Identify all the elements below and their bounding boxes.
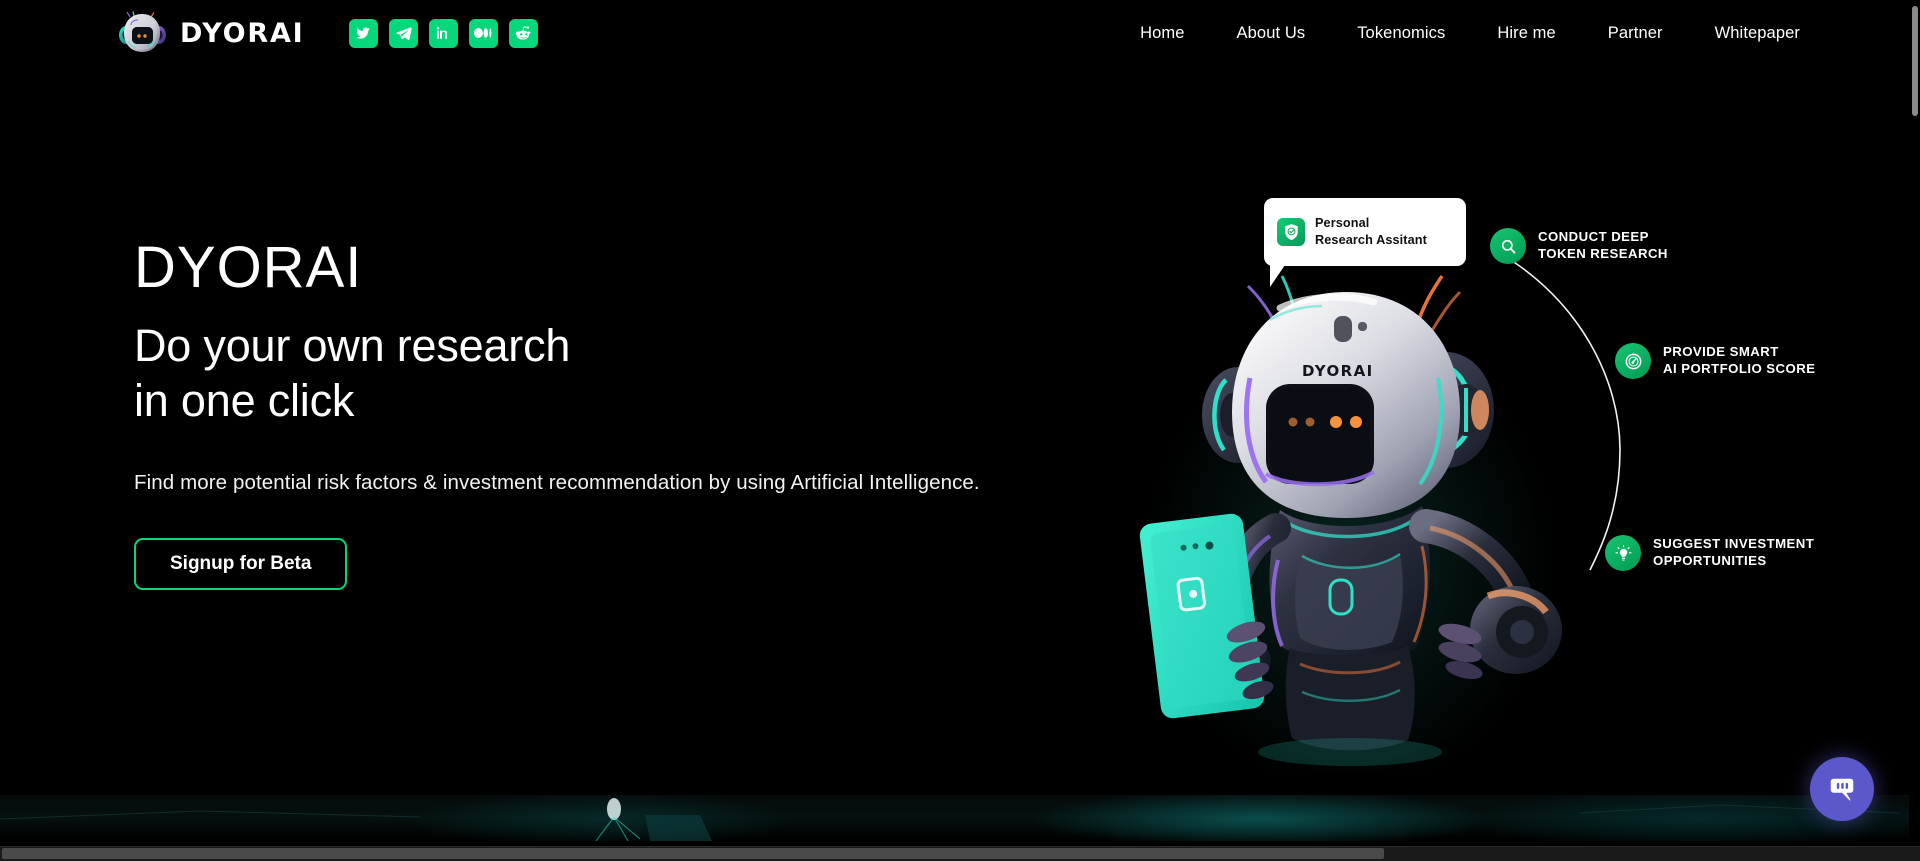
nav-item-tokenomics[interactable]: Tokenomics xyxy=(1331,24,1471,43)
shield-check-icon xyxy=(1277,218,1305,246)
callout-label: SUGGEST INVESTMENT OPPORTUNITIES xyxy=(1653,536,1815,568)
hero-subtitle-line2: in one click xyxy=(134,374,355,426)
page-root: DYORAI Home About Us Tokenomics Hire me xyxy=(0,0,1920,861)
social-links xyxy=(348,18,538,48)
next-section-band xyxy=(0,795,1920,841)
vertical-scrollbar-track[interactable] xyxy=(1909,0,1920,853)
nav-item-home[interactable]: Home xyxy=(1114,24,1210,43)
hero-subtitle-line1: Do your own research xyxy=(134,319,571,371)
robot-helmet-label: DYORAI xyxy=(1302,362,1374,380)
gauge-icon xyxy=(1615,343,1651,379)
robot-illustration: DYORAI xyxy=(1139,275,1562,770)
callout-label: PROVIDE SMART AI PORTFOLIO SCORE xyxy=(1663,344,1816,376)
robot-head-icon xyxy=(118,11,166,55)
chat-bubble-icon xyxy=(1830,778,1854,801)
nav-item-partner[interactable]: Partner xyxy=(1582,24,1689,43)
social-reddit[interactable] xyxy=(508,18,538,48)
callout-conduct-deep-token-research: CONDUCT DEEP TOKEN RESEARCH xyxy=(1490,228,1668,264)
nav-item-whitepaper[interactable]: Whitepaper xyxy=(1689,24,1826,43)
assistant-bubble-line1: Personal xyxy=(1315,216,1370,231)
vertical-scrollbar-thumb[interactable] xyxy=(1912,6,1918,116)
social-telegram[interactable] xyxy=(388,18,418,48)
nav-item-about-us[interactable]: About Us xyxy=(1211,24,1332,43)
assistant-bubble-line2: Research Assitant xyxy=(1315,233,1427,247)
social-twitter[interactable] xyxy=(348,18,378,48)
hero-subtitle: Do your own research in one click xyxy=(134,319,1114,429)
search-icon xyxy=(1490,228,1526,264)
social-linkedin[interactable] xyxy=(428,18,458,48)
chat-widget-button[interactable] xyxy=(1810,757,1874,821)
page-title: DYORAI xyxy=(134,235,363,300)
hero-copy: DYORAI Do your own research in one click… xyxy=(134,235,1114,590)
social-medium[interactable] xyxy=(468,18,498,48)
brand-logo[interactable]: DYORAI xyxy=(118,11,305,55)
main-nav: Home About Us Tokenomics Hire me Partner… xyxy=(1114,24,1826,43)
callout-suggest-investment-opportunities: SUGGEST INVESTMENT OPPORTUNITIES xyxy=(1605,535,1814,571)
callout-provide-smart-ai-portfolio-score: PROVIDE SMART AI PORTFOLIO SCORE xyxy=(1615,343,1815,379)
hero-illustration: Personal Research Assitant DYORAI CONDUC… xyxy=(1139,150,1920,770)
hero-description: Find more potential risk factors & inves… xyxy=(134,470,980,494)
assistant-bubble: Personal Research Assitant xyxy=(1264,198,1466,287)
callout-label: CONDUCT DEEP TOKEN RESEARCH xyxy=(1538,229,1668,261)
site-header: DYORAI Home About Us Tokenomics Hire me xyxy=(0,0,1920,66)
brand-name: DYORAI xyxy=(180,17,305,49)
horizontal-scrollbar-thumb[interactable] xyxy=(2,848,1384,859)
signup-for-beta-button[interactable]: Signup for Beta xyxy=(134,537,348,590)
nav-item-hire-me[interactable]: Hire me xyxy=(1471,24,1581,43)
band-decoration xyxy=(0,798,1901,841)
lightbulb-icon xyxy=(1605,535,1641,571)
assistant-bubble-text: Personal Research Assitant xyxy=(1315,215,1427,249)
